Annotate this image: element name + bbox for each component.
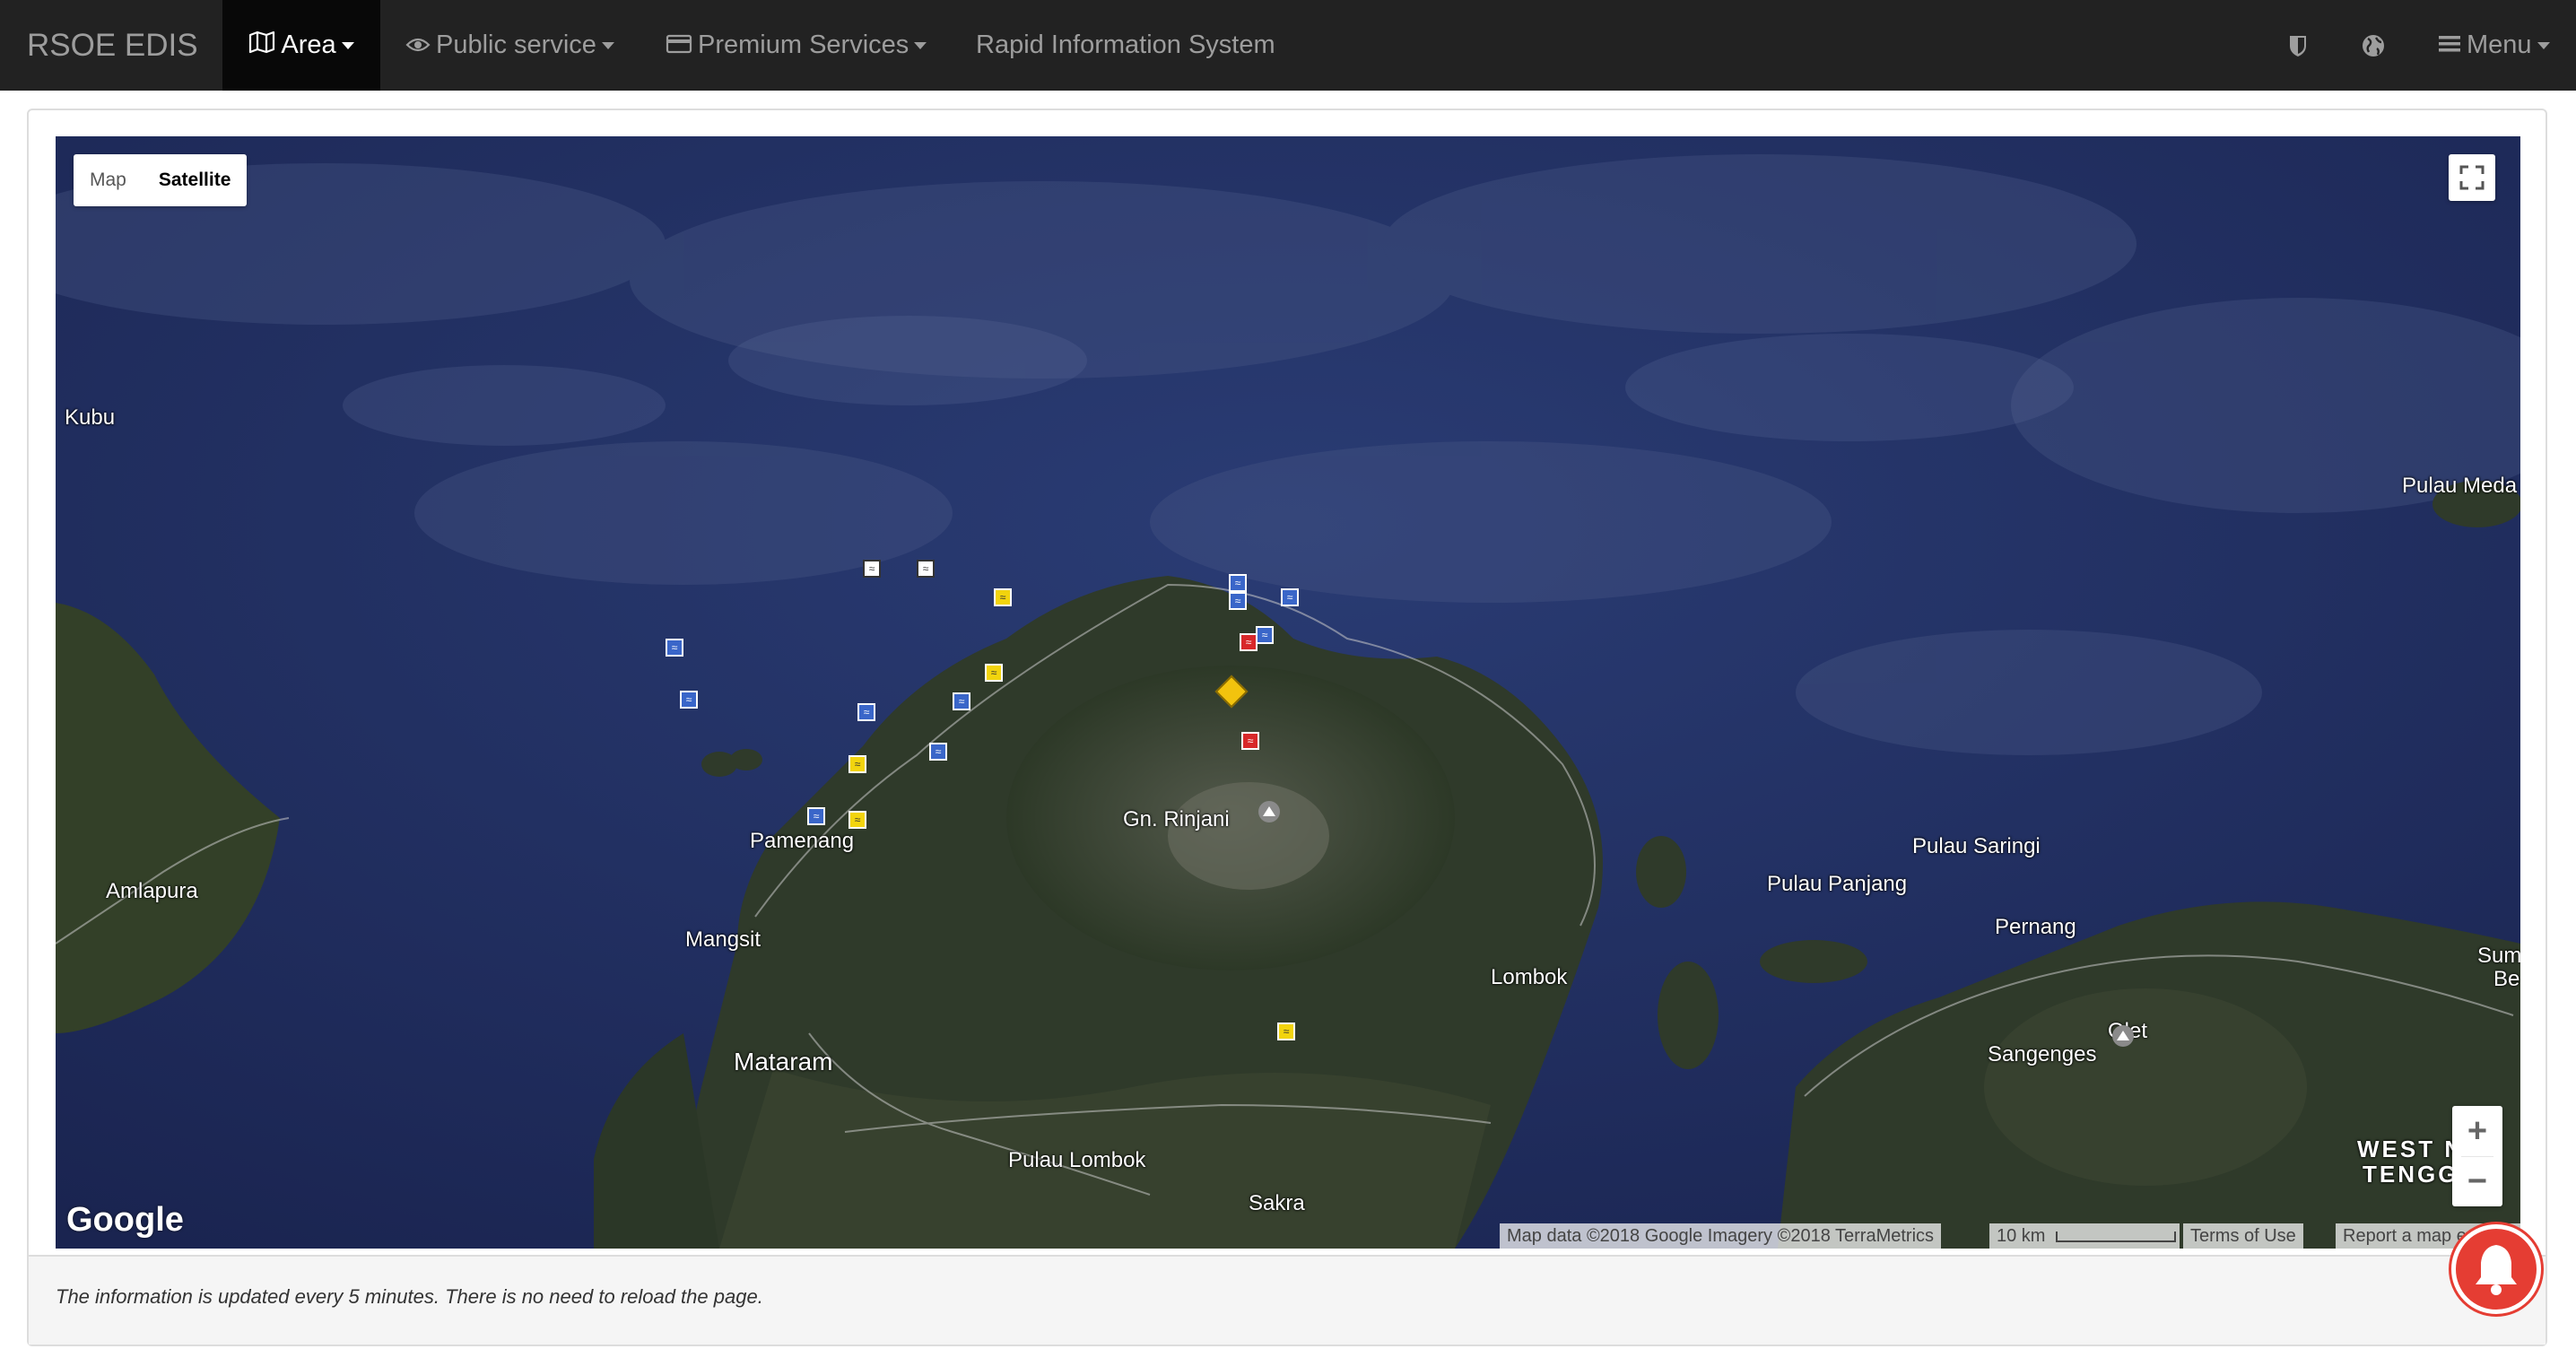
chevron-down-icon <box>2537 42 2550 50</box>
place-label-mangsit: Mangsit <box>685 927 761 952</box>
event-marker-icon[interactable]: ≈ <box>666 639 683 657</box>
map-scale[interactable]: 10 km <box>1989 1223 2180 1249</box>
place-label-kubu: Kubu <box>65 405 116 430</box>
zoom-divider <box>2461 1156 2493 1157</box>
place-label-amlapura: Amlapura <box>106 879 198 903</box>
event-marker-icon[interactable]: ≈ <box>857 703 875 721</box>
map-icon <box>248 1 275 91</box>
map-scale-label: 10 km <box>1997 1226 2046 1246</box>
event-marker-icon[interactable]: ≈ <box>1229 574 1247 592</box>
event-marker-icon[interactable]: ≈ <box>849 811 866 829</box>
region-label-west-nusa-part1: WEST N <box>2357 1136 2465 1162</box>
menu-button[interactable]: Menu <box>2438 0 2550 91</box>
hamburger-icon <box>2438 1 2461 91</box>
event-marker-icon[interactable]: ≈ <box>985 664 1003 682</box>
panel-footer: The information is updated every 5 minut… <box>29 1255 2546 1345</box>
event-marker-icon[interactable]: ≈ <box>917 560 935 578</box>
fullscreen-button[interactable] <box>2449 154 2495 201</box>
shield-button[interactable] <box>2287 0 2309 91</box>
event-marker-icon[interactable]: ≈ <box>863 560 881 578</box>
place-label-lombok: Lombok <box>1491 965 1568 989</box>
region-label-tenggara-part1: TENGG <box>2363 1161 2459 1188</box>
satellite-map[interactable]: Map Satellite Kubu Amlapura Pamenang Man… <box>56 136 2520 1249</box>
place-label-sangenges: Sangenges <box>1988 1042 2097 1066</box>
top-navbar: RSOE EDIS Area Public service Premium Se… <box>0 0 2576 91</box>
nav-premium-services[interactable]: Premium Services <box>666 0 927 91</box>
nav-area-label: Area <box>281 30 336 59</box>
bell-icon <box>2476 1245 2517 1295</box>
place-label-gn-rinjani: Gn. Rinjani <box>1123 807 1230 831</box>
event-marker-icon[interactable]: ≈ <box>994 588 1012 606</box>
chevron-down-icon <box>601 42 614 50</box>
place-label-sum: Sum <box>2477 944 2520 968</box>
nav-public-service-label: Public service <box>436 30 596 59</box>
event-marker-icon[interactable]: ≈ <box>807 807 825 825</box>
nav-rapid-information-system[interactable]: Rapid Information System <box>976 0 1275 91</box>
map-imagery <box>56 136 2520 1249</box>
event-marker-icon[interactable]: ≈ <box>1256 626 1274 644</box>
event-marker-icon[interactable]: ≈ <box>1281 588 1299 606</box>
nav-premium-services-label: Premium Services <box>698 30 909 59</box>
nav-rapid-information-system-label: Rapid Information System <box>976 30 1275 59</box>
event-marker-icon[interactable]: ≈ <box>953 692 970 710</box>
place-label-pulau-panjang: Pulau Panjang <box>1767 872 1908 896</box>
nav-public-service[interactable]: Public service <box>405 0 614 91</box>
chevron-down-icon <box>341 42 354 50</box>
globe-button[interactable] <box>2361 0 2386 91</box>
globe-icon <box>2361 30 2386 59</box>
place-label-pamenang: Pamenang <box>750 829 855 853</box>
place-label-pulau-lombok: Pulau Lombok <box>1008 1148 1146 1172</box>
credit-card-icon <box>666 1 692 91</box>
event-marker-icon[interactable]: ≈ <box>1241 732 1259 750</box>
place-label-pernang: Pernang <box>1995 915 2076 939</box>
zoom-in-button[interactable]: + <box>2452 1106 2502 1156</box>
update-notice: The information is updated every 5 minut… <box>56 1285 763 1308</box>
mountain-peak-icon <box>1258 800 1281 828</box>
event-marker-icon[interactable]: ≈ <box>929 743 947 761</box>
map-attribution: Map data ©2018 Google Imagery ©2018 Terr… <box>1500 1223 1942 1249</box>
event-marker-icon[interactable]: ≈ <box>1229 592 1247 610</box>
eye-icon <box>405 1 431 91</box>
shield-icon <box>2287 30 2309 59</box>
place-label-mataram: Mataram <box>734 1048 833 1075</box>
nav-area[interactable]: Area <box>222 0 380 91</box>
place-label-pulau-meda: Pulau Meda <box>2402 474 2518 498</box>
map-type-map-button[interactable]: Map <box>74 154 143 206</box>
terms-of-use-link[interactable]: Terms of Use <box>2183 1223 2303 1249</box>
map-type-control: Map Satellite <box>74 154 248 206</box>
notification-button[interactable] <box>2451 1224 2541 1314</box>
zoom-control: + − <box>2452 1106 2502 1206</box>
place-label-sakra: Sakra <box>1249 1191 1305 1215</box>
event-marker-icon[interactable]: ≈ <box>1240 633 1258 651</box>
place-label-pulau-saringi: Pulau Saringi <box>1912 834 2041 858</box>
chevron-down-icon <box>914 42 927 50</box>
brand-logo[interactable]: RSOE EDIS <box>27 0 198 91</box>
event-marker-icon[interactable]: ≈ <box>849 755 866 773</box>
event-marker-icon[interactable]: ≈ <box>1277 1023 1295 1040</box>
fullscreen-icon <box>2459 165 2485 190</box>
event-marker-icon[interactable]: ≈ <box>680 691 698 709</box>
map-type-satellite-button[interactable]: Satellite <box>143 154 248 206</box>
mountain-peak-icon <box>2111 1024 2135 1052</box>
scale-bar-icon <box>2056 1231 2177 1242</box>
zoom-out-button[interactable]: − <box>2452 1156 2502 1206</box>
menu-label: Menu <box>2467 30 2532 59</box>
google-logo[interactable]: Google <box>66 1201 184 1240</box>
place-label-be: Be <box>2493 967 2520 991</box>
